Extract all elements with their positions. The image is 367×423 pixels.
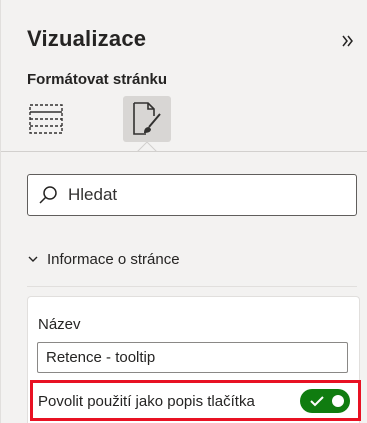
section-page-info-label: Informace o stránce — [47, 250, 180, 268]
pane-title: Vizualizace — [27, 26, 147, 51]
pane-subtitle: Formátovat stránku — [27, 71, 168, 88]
dashed-grid-icon — [29, 104, 63, 134]
name-field-label: Název — [38, 316, 81, 333]
page-name-input[interactable] — [37, 342, 348, 373]
search-icon — [38, 184, 60, 206]
chevron-down-icon — [28, 256, 38, 262]
allow-tooltip-row: Povolit použití jako popis tlačítka — [38, 387, 358, 415]
visualizations-pane: Vizualizace Formátovat stránku Hledat In… — [0, 0, 367, 423]
tab-page-layout[interactable] — [22, 96, 70, 142]
collapse-pane-button[interactable] — [337, 30, 359, 52]
search-input[interactable] — [68, 185, 328, 205]
allow-tooltip-toggle[interactable] — [300, 389, 350, 413]
allow-tooltip-label: Povolit použití jako popis tlačítka — [38, 392, 255, 410]
tab-format-page[interactable] — [123, 96, 171, 142]
section-divider — [27, 286, 357, 287]
search-box[interactable] — [27, 174, 357, 216]
toggle-knob — [332, 395, 344, 407]
checkmark-icon — [310, 396, 324, 407]
paint-brush-page-icon — [133, 102, 161, 135]
double-chevron-right-icon — [342, 35, 353, 47]
section-page-info-header[interactable]: Informace o stránce — [27, 247, 180, 271]
